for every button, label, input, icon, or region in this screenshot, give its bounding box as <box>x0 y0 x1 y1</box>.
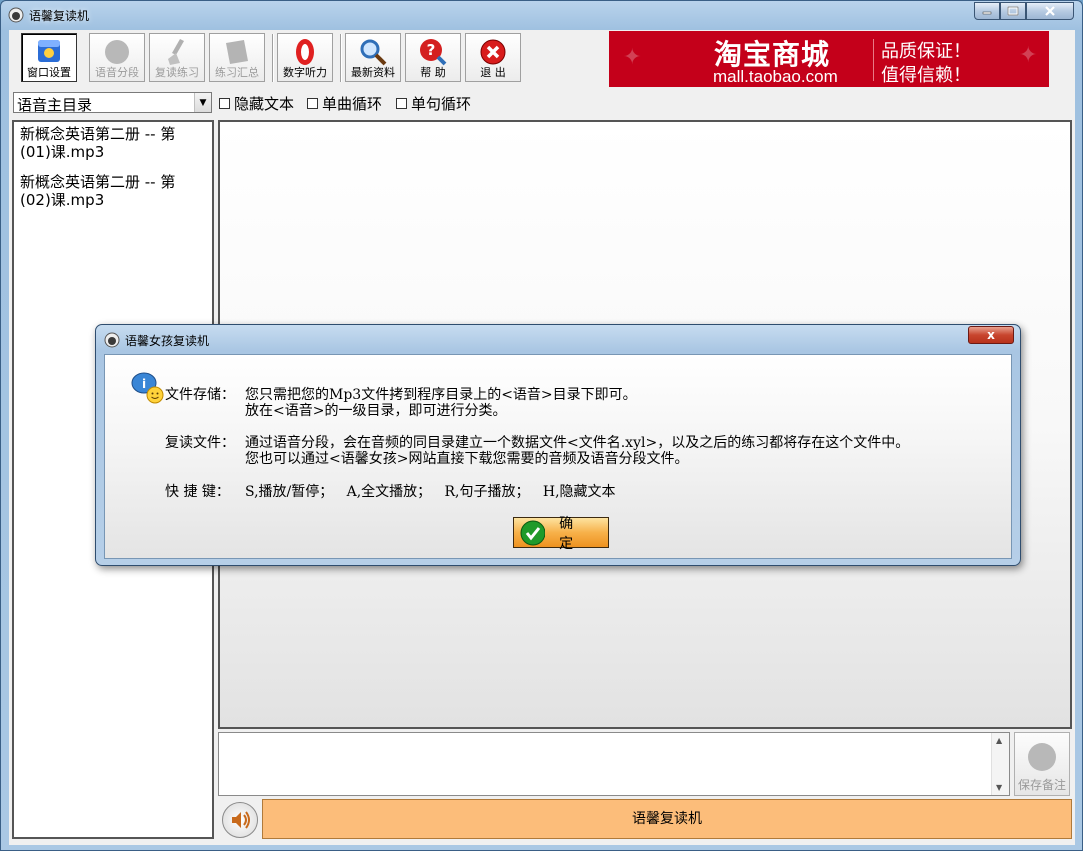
close-icon <box>1045 6 1055 16</box>
dialog-title: 语馨女孩复读机 <box>125 334 210 348</box>
practice-summary-button[interactable]: 练习汇总 <box>209 33 265 82</box>
maximize-button[interactable] <box>1000 2 1026 20</box>
single-sentence-loop-label: 单句循环 <box>411 95 472 113</box>
shortcut-line: S,播放/暂停； A,全文播放； R,句子播放； H,隐藏文本 <box>245 484 616 500</box>
speaker-icon <box>232 811 250 829</box>
title-bar[interactable]: 语馨复读机 <box>1 1 1082 29</box>
digit-listening-icon <box>296 39 314 65</box>
window-settings-icon <box>38 40 60 62</box>
storage-info-line: 放在<语音>的一级目录，即可进行分类。 <box>245 403 507 419</box>
single-sentence-loop-checkbox[interactable]: 单句循环 <box>396 93 471 114</box>
repeat-file-row: 复读文件： 通过语音分段，会在音频的同目录建立一个数据文件<文件名.xyl>，以及… <box>165 435 909 467</box>
latest-materials-label: 最新资料 <box>351 66 395 79</box>
magnifier-icon <box>360 39 387 66</box>
save-note-button[interactable]: 保存备注 <box>1014 732 1070 796</box>
exit-button[interactable]: 退 出 <box>465 33 521 82</box>
dialog-body: i 文件存储： 您只需把您的Mp3文件拷到程序目录上的<语音>目录下即可。 放在<语… <box>104 354 1012 559</box>
banner-slogan-2: 值得信赖！ <box>881 65 971 86</box>
single-track-loop-checkbox[interactable]: 单曲循环 <box>307 93 382 114</box>
digit-listening-button[interactable]: 数字听力 <box>277 33 333 82</box>
window-title: 语馨复读机 <box>29 9 90 23</box>
repeat-practice-button[interactable]: 复读练习 <box>149 33 205 82</box>
maximize-icon <box>1007 6 1019 16</box>
ok-button[interactable]: 确 定 <box>513 516 609 552</box>
dialog-app-icon <box>104 332 120 348</box>
speech-segment-label: 语音分段 <box>95 66 139 79</box>
toolbar: 窗口设置 语音分段 复读练习 练习汇总 数字听力 最新资料 ? 帮 助 退 出 <box>9 30 609 86</box>
window-settings-label: 窗口设置 <box>27 66 71 79</box>
practice-summary-label: 练习汇总 <box>215 66 259 79</box>
banner-slogan-1: 品质保证！ <box>881 41 971 62</box>
list-item[interactable]: 新概念英语第二册 -- 第(01)课.mp3 <box>20 125 190 161</box>
checkbox-box[interactable] <box>219 98 230 109</box>
banner-decoration: ✦ <box>623 45 642 70</box>
repeat-practice-label: 复读练习 <box>155 66 199 79</box>
banner-decoration: ✦ <box>1019 43 1038 68</box>
scroll-up-icon[interactable]: ▲ <box>996 736 1002 745</box>
latest-materials-button[interactable]: 最新资料 <box>345 33 401 82</box>
speech-segment-icon <box>105 40 129 64</box>
toolbar-separator <box>340 34 342 82</box>
save-note-label: 保存备注 <box>1017 778 1066 792</box>
help-button[interactable]: ? 帮 助 <box>405 33 461 82</box>
info-dialog: 语馨女孩复读机 x i 文件存储： 您只需把您的Mp3文件拷到程序目录上的<语音>… <box>95 324 1021 566</box>
dialog-close-button[interactable]: x <box>968 326 1014 344</box>
window-controls <box>974 2 1074 20</box>
directory-select[interactable]: 语音主目录 ▼ <box>13 92 212 114</box>
info-bubble-icon: i <box>131 372 164 404</box>
storage-info-key: 文件存储： <box>165 387 235 403</box>
chevron-down-icon[interactable]: ▼ <box>194 93 211 112</box>
taobao-ad-banner[interactable]: ✦ ✦ 淘宝商城 mall.taobao.com 品质保证！ 值得信赖！ <box>609 31 1049 87</box>
checkbox-box[interactable] <box>307 98 318 109</box>
repeat-file-line: 通过语音分段，会在音频的同目录建立一个数据文件<文件名.xyl>，以及之后的练习… <box>245 435 910 451</box>
list-item[interactable]: 新概念英语第二册 -- 第(02)课.mp3 <box>20 173 190 209</box>
speaker-button[interactable] <box>222 802 258 838</box>
banner-divider <box>873 39 874 81</box>
hide-text-checkbox[interactable]: 隐藏文本 <box>219 93 294 114</box>
speech-segment-button[interactable]: 语音分段 <box>89 33 145 82</box>
minimize-button[interactable] <box>974 2 1000 20</box>
toolbar-separator <box>272 34 274 82</box>
shortcut-key: 快 捷 键： <box>165 484 230 500</box>
svg-text:i: i <box>142 377 146 391</box>
repeat-file-key: 复读文件： <box>165 435 235 451</box>
minimize-icon <box>982 11 992 15</box>
save-note-icon <box>1028 743 1056 771</box>
notes-scrollbar[interactable]: ▲ ▼ <box>991 733 1009 795</box>
window-settings-button[interactable]: 窗口设置 <box>21 33 77 82</box>
help-label: 帮 助 <box>420 66 446 79</box>
ok-label: 确 定 <box>559 515 580 552</box>
hide-text-label: 隐藏文本 <box>234 95 295 113</box>
practice-summary-icon <box>226 40 248 64</box>
svg-text:?: ? <box>427 41 436 59</box>
help-icon: ? <box>420 39 447 66</box>
directory-select-value: 语音主目录 <box>17 96 93 114</box>
banner-url: mall.taobao.com <box>713 67 838 86</box>
scroll-down-icon[interactable]: ▼ <box>996 783 1002 792</box>
close-button[interactable] <box>1026 2 1074 20</box>
notes-input[interactable]: ▲ ▼ <box>218 732 1010 796</box>
status-text: 语馨复读机 <box>632 811 702 827</box>
repeat-practice-icon <box>168 39 184 65</box>
repeat-file-line: 您也可以通过<语馨女孩>网站直接下载您需要的音频及语音分段文件。 <box>245 451 689 467</box>
exit-label: 退 出 <box>480 66 506 79</box>
storage-info-row: 文件存储： 您只需把您的Mp3文件拷到程序目录上的<语音>目录下即可。 放在<语音>… <box>165 387 637 419</box>
shortcut-row: 快 捷 键： S,播放/暂停； A,全文播放； R,句子播放； H,隐藏文本 <box>165 484 616 500</box>
exit-icon <box>480 39 506 65</box>
app-icon <box>8 7 24 23</box>
digit-listening-label: 数字听力 <box>283 66 327 79</box>
status-bar: 语馨复读机 <box>262 799 1072 839</box>
checkmark-icon <box>520 520 546 545</box>
checkbox-box[interactable] <box>396 98 407 109</box>
close-icon: x <box>987 328 995 342</box>
single-track-loop-label: 单曲循环 <box>322 95 383 113</box>
storage-info-line: 您只需把您的Mp3文件拷到程序目录上的<语音>目录下即可。 <box>245 387 637 403</box>
